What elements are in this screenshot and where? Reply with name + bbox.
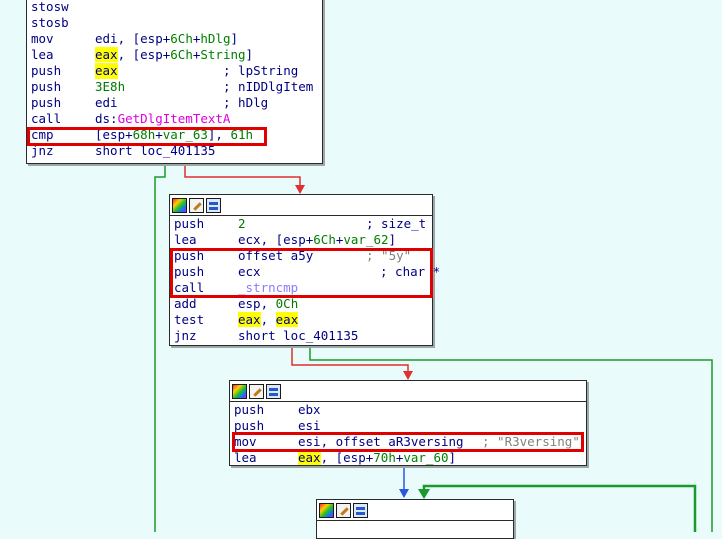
operand: edi xyxy=(95,95,118,110)
edge-true-1-left xyxy=(154,164,166,532)
asm-line[interactable]: push esi xyxy=(230,418,321,434)
asm-line[interactable]: push ebx xyxy=(230,402,321,418)
mnemonic: call xyxy=(31,111,62,126)
asm-line[interactable]: push eax ; lpString xyxy=(27,63,298,79)
operand: eax, [esp+70h+var_60] xyxy=(298,450,457,465)
mnemonic: stosw xyxy=(31,0,69,14)
function-name[interactable]: GetDlgItemTextA xyxy=(118,111,231,126)
mnemonic: add xyxy=(174,296,197,311)
asm-line[interactable]: push 2 ; size_t xyxy=(170,216,426,232)
group-nodes-icon[interactable] xyxy=(353,502,368,518)
mnemonic: lea xyxy=(174,232,197,247)
asm-line[interactable]: test eax, eax xyxy=(170,312,299,328)
operand[interactable]: offset a5y xyxy=(238,248,313,264)
color-palette-icon[interactable] xyxy=(172,197,187,213)
operand: eax xyxy=(95,63,118,79)
mnemonic: push xyxy=(234,418,265,433)
mnemonic: test xyxy=(174,312,205,327)
arrow-head-1-2 xyxy=(295,185,305,194)
code-block-4[interactable] xyxy=(316,499,514,539)
mnemonic: mov xyxy=(31,31,54,46)
asm-line[interactable]: lea eax, [esp+6Ch+String] xyxy=(27,47,253,63)
arrow-head-3-4 xyxy=(399,489,409,498)
asm-line[interactable]: add esp, 0Ch xyxy=(170,296,298,312)
asm-line[interactable]: call ds:GetDlgItemTextA xyxy=(27,111,230,127)
arrow-head-loop-4 xyxy=(418,489,430,499)
asm-line[interactable]: push offset a5y ; "5y" xyxy=(170,248,411,264)
operand: ebx xyxy=(298,402,321,417)
mnemonic: push xyxy=(31,95,62,110)
edit-icon[interactable] xyxy=(189,197,204,213)
node-header xyxy=(230,381,586,402)
operand: ecx xyxy=(238,264,261,279)
color-palette-icon[interactable] xyxy=(319,502,334,518)
code-block-3[interactable]: push ebx push esi mov esi, offset aR3ver… xyxy=(229,380,587,466)
asm-line[interactable]: stosw xyxy=(27,0,69,15)
mnemonic: stosb xyxy=(31,15,69,30)
operand: [esp+68h+var_63], 61h xyxy=(95,127,254,142)
asm-line[interactable]: push ecx ; char * xyxy=(170,264,440,280)
jump-target[interactable]: short loc_401135 xyxy=(238,328,358,344)
mnemonic: push xyxy=(174,264,205,279)
asm-line[interactable]: lea eax, [esp+70h+var_60] xyxy=(230,450,456,466)
asm-line[interactable]: jnz short loc_401135 xyxy=(27,143,215,159)
asm-line[interactable]: cmp [esp+68h+var_63], 61h xyxy=(27,127,253,143)
mnemonic: jnz xyxy=(31,143,54,158)
mnemonic: jnz xyxy=(174,328,197,343)
group-nodes-icon[interactable] xyxy=(266,383,281,399)
node-header xyxy=(170,195,432,216)
operand: eax, eax xyxy=(238,312,299,327)
asm-line[interactable]: stosb xyxy=(27,15,69,31)
edit-icon[interactable] xyxy=(336,502,351,518)
group-nodes-icon[interactable] xyxy=(206,197,221,213)
mnemonic: cmp xyxy=(31,127,54,142)
asm-line[interactable]: lea ecx, [esp+6Ch+var_62] xyxy=(170,232,396,248)
comment: ; char * xyxy=(380,264,441,279)
edit-icon[interactable] xyxy=(249,383,264,399)
color-palette-icon[interactable] xyxy=(232,383,247,399)
mnemonic: call xyxy=(174,280,205,295)
node-header xyxy=(317,500,513,521)
code-block-1[interactable]: stosw stosb mov edi, [esp+6Ch+hDlg] lea … xyxy=(26,0,323,164)
operand: 3E8h xyxy=(95,79,126,94)
mnemonic: push xyxy=(31,63,62,78)
comment: ; size_t xyxy=(366,216,427,231)
comment: ; hDlg xyxy=(223,95,269,110)
jump-target[interactable]: short loc_401135 xyxy=(95,143,215,159)
arrow-head-2-3 xyxy=(403,371,413,380)
operand: edi, [esp+6Ch+hDlg] xyxy=(95,31,239,46)
asm-line[interactable]: call _strncmp xyxy=(170,280,298,296)
asm-line[interactable]: mov edi, [esp+6Ch+hDlg] xyxy=(27,31,238,47)
operand: ecx, [esp+6Ch+var_62] xyxy=(238,232,397,247)
mnemonic: push xyxy=(234,402,265,417)
operand: ds:GetDlgItemTextA xyxy=(95,111,231,126)
operand: eax, [esp+6Ch+String] xyxy=(95,47,254,62)
operand: esp, 0Ch xyxy=(238,296,299,311)
operand: 2 xyxy=(238,216,246,231)
mnemonic: push xyxy=(31,79,62,94)
comment: ; "5y" xyxy=(366,248,412,263)
asm-line[interactable]: jnz short loc_401135 xyxy=(170,328,358,344)
asm-line[interactable]: push 3E8h ; nIDDlgItem xyxy=(27,79,313,95)
asm-line[interactable]: push edi ; hDlg xyxy=(27,95,268,111)
operand: esi xyxy=(298,418,321,433)
edge-false-1-2 xyxy=(184,164,301,192)
mnemonic: mov xyxy=(234,434,257,449)
operand[interactable]: esi, offset aR3versing xyxy=(298,434,464,450)
asm-line[interactable]: mov esi, offset aR3versing ; "R3versing" xyxy=(230,434,580,450)
comment: ; nIDDlgItem xyxy=(223,79,314,94)
mnemonic: lea xyxy=(234,450,257,465)
mnemonic: push xyxy=(174,248,205,263)
mnemonic: push xyxy=(174,216,205,231)
function-name[interactable]: _strncmp xyxy=(238,280,298,296)
code-block-2[interactable]: push 2 ; size_t lea ecx, [esp+6Ch+var_62… xyxy=(169,194,440,346)
mnemonic: lea xyxy=(31,47,54,62)
comment: ; lpString xyxy=(223,63,299,78)
comment: ; "R3versing" xyxy=(482,434,580,449)
